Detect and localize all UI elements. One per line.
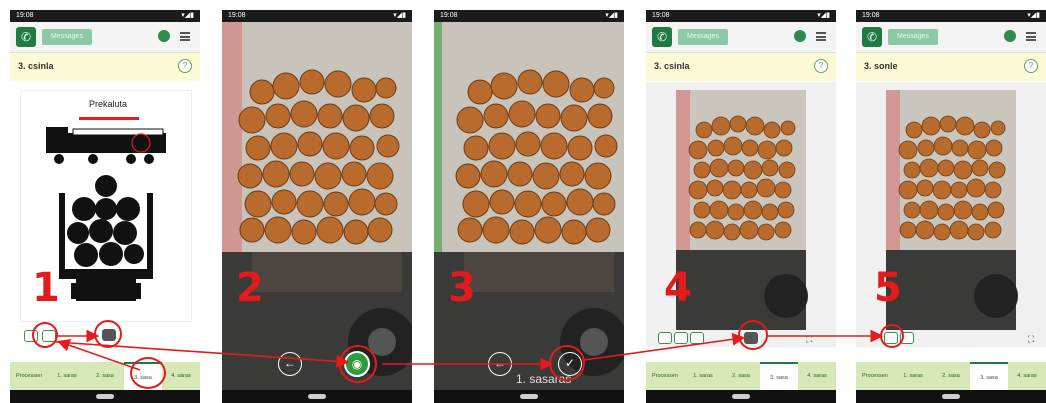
highlight-active-tab <box>130 357 166 389</box>
highlight-camera <box>738 320 768 350</box>
highlight-gallery <box>32 322 58 348</box>
highlight-gallery <box>880 324 904 348</box>
highlight-camera <box>94 320 122 348</box>
highlight-check <box>549 345 585 381</box>
highlight-shutter <box>339 345 377 383</box>
